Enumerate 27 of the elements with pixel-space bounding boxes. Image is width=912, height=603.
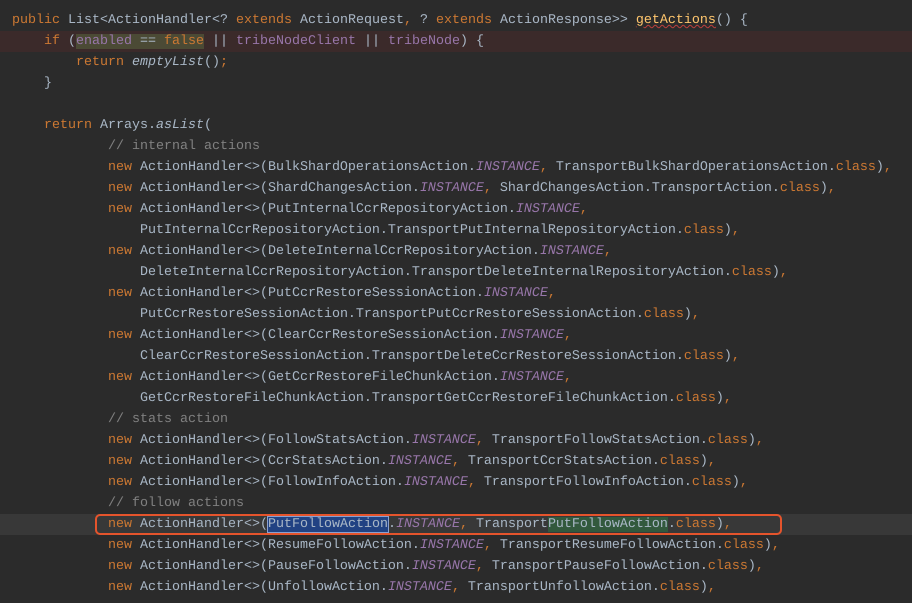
- code-line: new ActionHandler<>(FollowInfoAction.INSTANCE, TransportFollowInfoAction.class),: [108, 475, 748, 490]
- code-line: new ActionHandler<>(CcrStatsAction.INSTANCE, TransportCcrStatsAction.class),: [108, 454, 716, 469]
- code-line: GetCcrRestoreFileChunkAction.TransportGetCcrRestoreFileChunkAction.class),: [140, 391, 732, 406]
- code-line: new ActionHandler<>(BulkShardOperationsAction.INSTANCE, TransportBulkShardOperationsAction.class),: [108, 160, 892, 175]
- code-line: public List<ActionHandler<? extends ActionRequest, ? extends ActionResponse>> getActions() {: [12, 13, 748, 28]
- code-line: DeleteInternalCcrRepositoryAction.TransportDeleteInternalRepositoryAction.class),: [140, 265, 788, 280]
- code-line: new ActionHandler<>(ShardChangesAction.INSTANCE, ShardChangesAction.TransportAction.class),: [108, 181, 836, 196]
- code-line: new ActionHandler<>(ClearCcrRestoreSessionAction.INSTANCE,: [108, 328, 572, 343]
- code-line: // internal actions: [108, 139, 260, 154]
- code-line: new ActionHandler<>(PutFollowAction.INSTANCE, TransportPutFollowAction.class),: [108, 517, 732, 532]
- code-line: new ActionHandler<>(ResumeFollowAction.INSTANCE, TransportResumeFollowAction.class),: [108, 538, 780, 553]
- code-line: return emptyList();: [76, 55, 228, 70]
- code-line: new ActionHandler<>(UnfollowAction.INSTANCE, TransportUnfollowAction.class),: [108, 580, 716, 595]
- code-line: }: [44, 76, 52, 91]
- code-line: new ActionHandler<>(PutInternalCcrRepositoryAction.INSTANCE,: [108, 202, 588, 217]
- code-line: ClearCcrRestoreSessionAction.TransportDeleteCcrRestoreSessionAction.class),: [140, 349, 740, 364]
- code-line: PutCcrRestoreSessionAction.TransportPutCcrRestoreSessionAction.class),: [140, 307, 700, 322]
- code-line: // follow actions: [108, 496, 244, 511]
- code-line: if (enabled == false || tribeNodeClient || tribeNode) {: [44, 34, 484, 49]
- code-line: // stats action: [108, 412, 228, 427]
- code-line: PutInternalCcrRepositoryAction.TransportPutInternalRepositoryAction.class),: [140, 223, 740, 238]
- code-line: new ActionHandler<>(PauseFollowAction.INSTANCE, TransportPauseFollowAction.class),: [108, 559, 764, 574]
- code-line: new ActionHandler<>(DeleteInternalCcrRepositoryAction.INSTANCE,: [108, 244, 612, 259]
- code-line: return Arrays.asList(: [44, 118, 212, 133]
- code-line: new ActionHandler<>(FollowStatsAction.INSTANCE, TransportFollowStatsAction.class),: [108, 433, 764, 448]
- code-line: new ActionHandler<>(PutCcrRestoreSessionAction.INSTANCE,: [108, 286, 556, 301]
- code-line: new ActionHandler<>(GetCcrRestoreFileChunkAction.INSTANCE,: [108, 370, 572, 385]
